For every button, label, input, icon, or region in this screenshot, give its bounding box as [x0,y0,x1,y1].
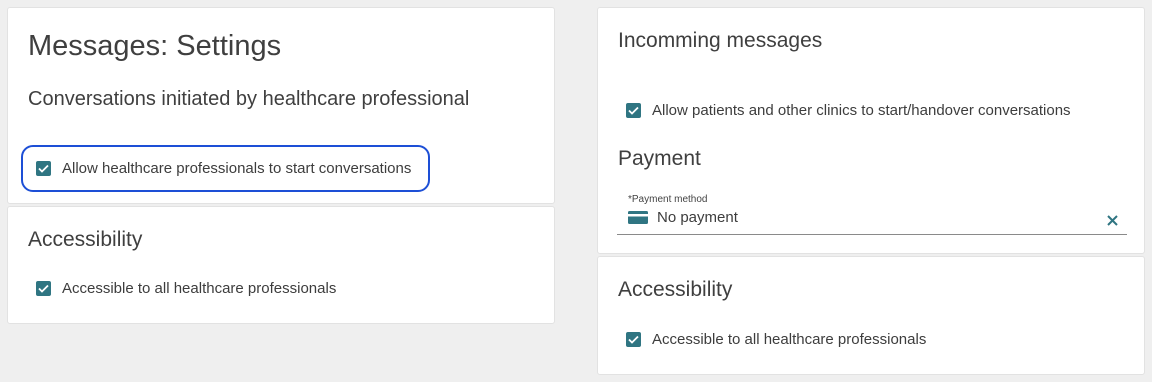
incoming-checkbox[interactable] [626,103,641,118]
allow-hcp-start-checkbox-row[interactable]: Allow healthcare professionals to start … [36,160,411,177]
incoming-checkbox-row[interactable]: Allow patients and other clinics to star… [626,102,1071,119]
incoming-payment-card: Incomming messages Allow patients and ot… [597,7,1145,254]
right-accessibility-checkbox-row[interactable]: Accessible to all healthcare professiona… [626,331,926,348]
left-accessibility-label: Accessible to all healthcare professiona… [62,280,337,297]
clear-payment-button[interactable] [1105,213,1119,227]
checkmark-icon [38,284,49,293]
right-accessibility-heading: Accessibility [618,278,733,301]
close-icon [1106,214,1118,226]
payment-method-value: No payment [657,209,738,226]
payment-heading: Payment [618,147,701,170]
hcp-conversations-subtitle: Conversations initiated by healthcare pr… [28,88,470,110]
left-accessibility-checkbox-row[interactable]: Accessible to all healthcare professiona… [36,280,336,297]
checkmark-icon [38,164,49,173]
page-title: Messages: Settings [28,30,282,62]
messages-settings-card: Messages: Settings Conversations initiat… [7,7,555,204]
left-accessibility-heading: Accessibility [28,228,143,251]
right-accessibility-card: Accessibility Accessible to all healthca… [597,256,1145,375]
payment-field-underline [617,234,1127,235]
right-accessibility-checkbox[interactable] [626,332,641,347]
checkmark-icon [628,335,639,344]
payment-method-select[interactable]: No payment [628,209,738,226]
left-accessibility-card: Accessibility Accessible to all healthca… [7,206,555,324]
credit-card-icon [628,211,648,224]
right-accessibility-label: Accessible to all healthcare professiona… [652,331,927,348]
allow-hcp-start-label: Allow healthcare professionals to start … [62,160,412,177]
payment-method-label: *Payment method [628,194,708,205]
allow-hcp-start-checkbox[interactable] [36,161,51,176]
incoming-checkbox-label: Allow patients and other clinics to star… [652,102,1071,119]
left-accessibility-checkbox[interactable] [36,281,51,296]
checkmark-icon [628,106,639,115]
incoming-messages-heading: Incomming messages [618,29,823,52]
